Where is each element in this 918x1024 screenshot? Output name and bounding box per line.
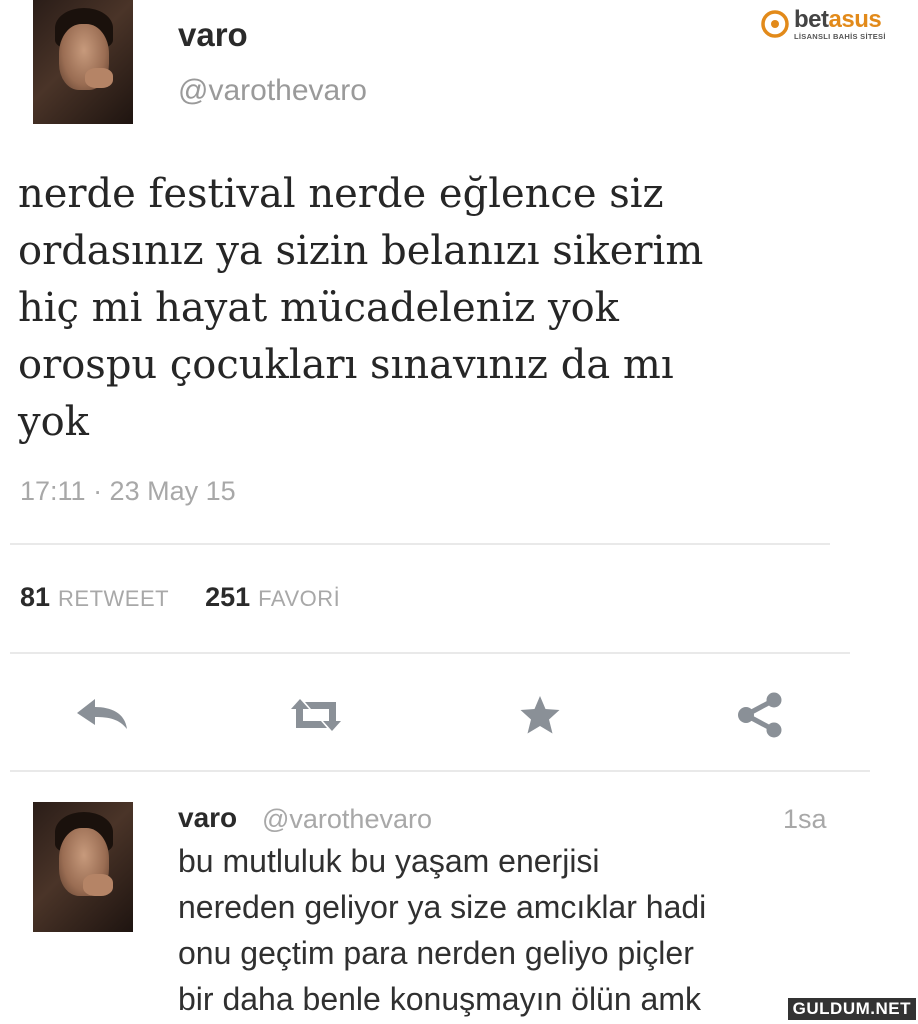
tweet-text-line: yok — [18, 399, 89, 445]
main-user-handle[interactable]: @varothevaro — [178, 74, 367, 108]
reply-time: 1sa — [783, 804, 827, 834]
tweet-timestamp: 17:11 · 23 May 15 — [20, 476, 236, 506]
main-avatar[interactable] — [33, 0, 133, 124]
reply-text-line: nereden geliyor ya size amcıklar hadi — [178, 889, 707, 925]
tweet-text: nerde festival nerde eğlence siz ordasın… — [18, 166, 878, 451]
brand-name: betasus — [794, 6, 882, 33]
tweet-text-line: ordasınız ya sizin belanızı sikerim — [18, 228, 704, 274]
share-icon — [738, 692, 782, 738]
site-watermark: GULDUM.NET — [787, 998, 916, 1020]
favorite-star-icon — [520, 696, 560, 734]
retweet-count[interactable]: 81 — [20, 582, 50, 613]
retweet-icon — [291, 699, 341, 731]
brand-watermark: betasus LİSANSLI BAHİS SİTESİ — [760, 6, 910, 46]
favorite-button[interactable] — [510, 690, 570, 740]
reply-text-line: onu geçtim para nerden geliyo piçler — [178, 935, 694, 971]
tweet-text-line: orospu çocukları sınavınız da mı — [18, 342, 674, 388]
reply-text-line: bu mutluluk bu yaşam enerjisi — [178, 843, 600, 879]
retweet-label[interactable]: RETWEET — [58, 586, 169, 612]
reply-button[interactable] — [72, 690, 132, 740]
brand-logo-icon — [761, 10, 789, 38]
reply-icon — [77, 699, 127, 729]
retweet-button[interactable] — [286, 690, 346, 740]
reply-avatar[interactable] — [33, 802, 133, 932]
brand-tagline: LİSANSLI BAHİS SİTESİ — [794, 32, 886, 41]
tweet-text-line: hiç mi hayat mücadeleniz yok — [18, 285, 619, 331]
tweet-text-line: nerde festival nerde eğlence siz — [18, 171, 664, 217]
reply-user-name[interactable]: varo — [178, 802, 237, 834]
divider — [10, 652, 850, 654]
favorite-label[interactable]: FAVORİ — [258, 586, 340, 612]
reply-user-handle[interactable]: @varothevaro — [262, 804, 432, 835]
favorite-count[interactable]: 251 — [205, 582, 250, 613]
tweet-stats: 81 RETWEET 251 FAVORİ — [20, 582, 376, 613]
divider — [10, 543, 830, 545]
share-button[interactable] — [730, 690, 790, 740]
divider — [10, 770, 870, 772]
main-user-name[interactable]: varo — [178, 16, 248, 54]
reply-text: bu mutluluk bu yaşam enerjisi nereden ge… — [178, 838, 898, 1022]
